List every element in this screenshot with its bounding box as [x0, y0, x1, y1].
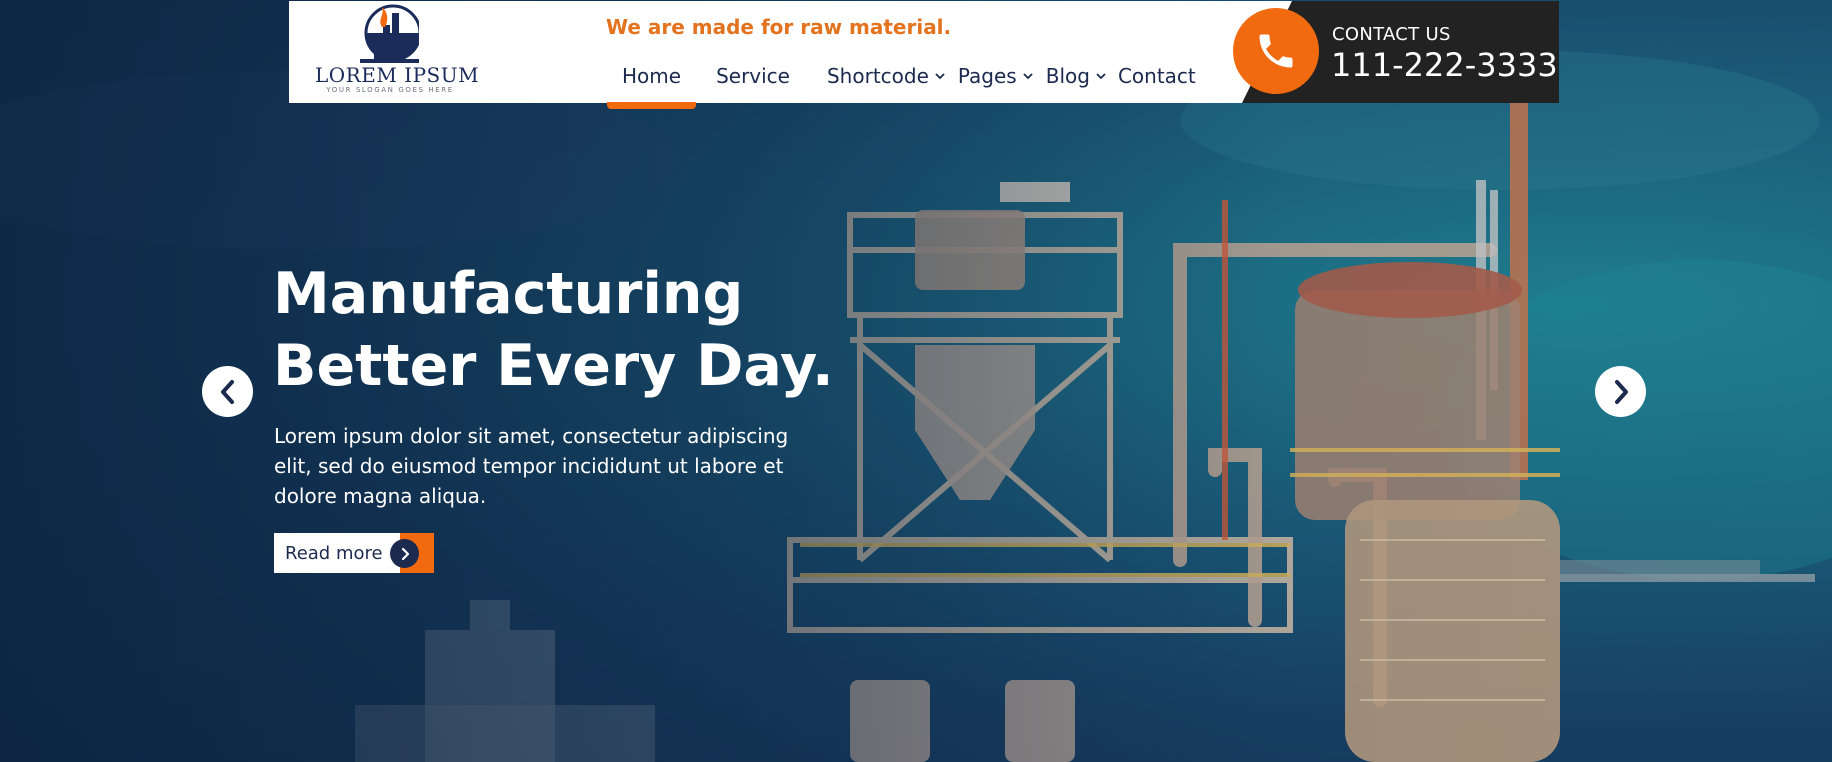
- nav-item-contact[interactable]: Contact: [1118, 64, 1196, 88]
- main-nav: Home Service Shortcode Pages Blog Contac…: [622, 61, 1196, 91]
- nav-item-label: Blog: [1045, 64, 1090, 88]
- chevron-down-icon: [935, 70, 945, 83]
- nav-item-label: Service: [716, 64, 790, 88]
- hero-slider: Manufacturing Better Every Day. Lorem ip…: [0, 0, 1832, 762]
- nav-item-pages[interactable]: Pages: [958, 64, 1033, 88]
- nav-item-service[interactable]: Service: [716, 64, 790, 88]
- nav-item-home[interactable]: Home: [622, 64, 681, 88]
- nav-item-label: Contact: [1117, 64, 1196, 88]
- hero-title-line-2: Better Every Day.: [273, 333, 834, 399]
- contact-us-label: CONTACT US: [1332, 24, 1451, 45]
- factory-logo-icon: [360, 4, 419, 63]
- logo-name: LOREM IPSUM: [315, 63, 480, 87]
- header-tagline: We are made for raw material.: [606, 15, 952, 39]
- chevron-right-icon: [390, 539, 419, 568]
- nav-active-indicator: [607, 102, 696, 109]
- chevron-right-icon: [1614, 379, 1628, 404]
- slider-next-button[interactable]: [1595, 366, 1646, 417]
- phone-call-button[interactable]: [1233, 8, 1319, 94]
- contact-phone-number[interactable]: 111-222-3333: [1331, 46, 1558, 84]
- chevron-down-icon: [1096, 70, 1106, 83]
- nav-item-label: Pages: [957, 64, 1017, 88]
- hero-description: Lorem ipsum dolor sit amet, consectetur …: [274, 424, 789, 508]
- nav-item-label: Home: [622, 64, 682, 88]
- hero-title-line-1: Manufacturing: [273, 261, 744, 327]
- nav-item-shortcode[interactable]: Shortcode: [827, 64, 945, 88]
- nav-item-blog[interactable]: Blog: [1046, 64, 1106, 88]
- site-logo[interactable]: LOREM IPSUM YOUR SLOGAN GOES HERE: [315, 3, 480, 97]
- read-more-label: Read more: [285, 542, 383, 564]
- chevron-left-icon: [220, 379, 234, 404]
- slider-prev-button[interactable]: [202, 366, 253, 417]
- chevron-down-icon: [1023, 70, 1033, 83]
- nav-item-label: Shortcode: [826, 64, 929, 88]
- phone-icon: [1259, 34, 1293, 68]
- hero-title: Manufacturing Better Every Day.: [273, 258, 873, 402]
- logo-slogan: YOUR SLOGAN GOES HERE: [326, 86, 454, 94]
- read-more-button[interactable]: Read more: [274, 533, 434, 573]
